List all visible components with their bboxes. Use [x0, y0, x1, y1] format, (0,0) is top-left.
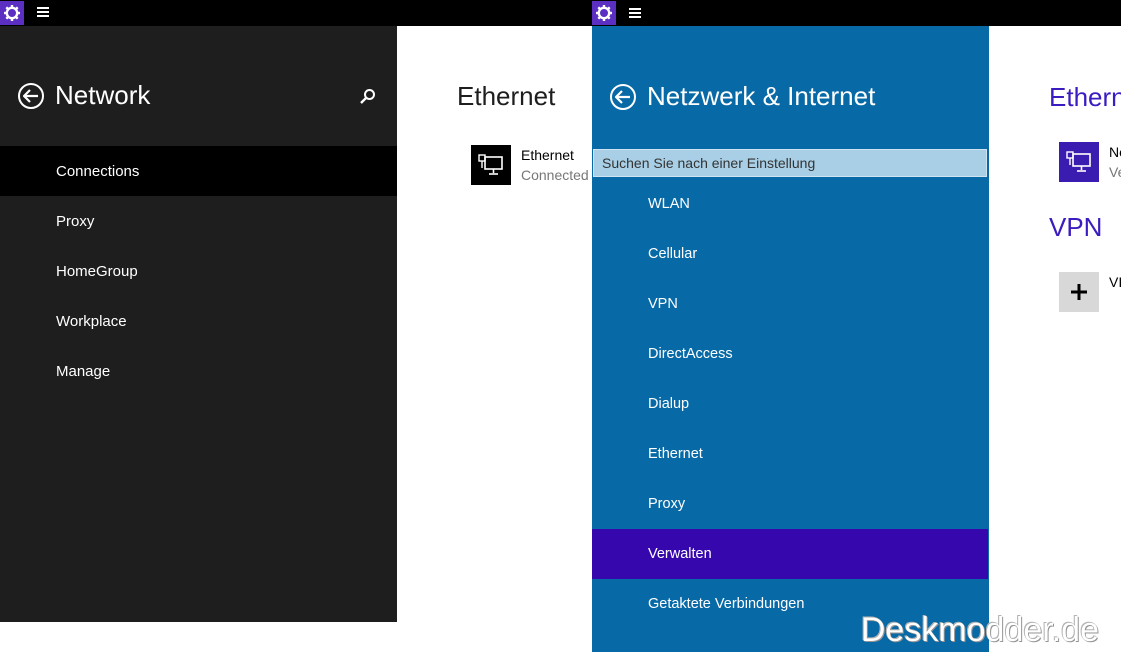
ethernet-connection-tile[interactable] [471, 145, 511, 185]
back-button[interactable] [18, 83, 44, 109]
sidebar-item-cellular[interactable]: Cellular [592, 229, 988, 279]
left-title-bar [0, 0, 592, 26]
sidebar-item-label: Workplace [56, 312, 127, 330]
arrow-left-icon [23, 89, 38, 103]
sidebar-item-label: Connections [56, 162, 140, 180]
search-input[interactable]: Suchen Sie nach einer Einstellung [593, 149, 987, 177]
watermark: Deskmodder.de [860, 611, 1099, 649]
search-placeholder: Suchen Sie nach einer Einstellung [602, 155, 816, 171]
right-title-bar [592, 0, 1121, 26]
sidebar-item-verwalten[interactable]: Verwalten [592, 529, 988, 579]
sidebar-item-proxy[interactable]: Proxy [592, 479, 988, 529]
sidebar-item-label: VPN [648, 296, 678, 312]
sidebar-item-directaccess[interactable]: DirectAccess [592, 329, 988, 379]
sidebar-item-homegroup[interactable]: HomeGroup [0, 246, 397, 296]
settings-app-icon[interactable] [0, 1, 24, 25]
hamburger-menu-icon[interactable] [629, 8, 641, 18]
plus-icon [1071, 284, 1087, 300]
sidebar-item-vpn[interactable]: VPN [592, 279, 988, 329]
hamburger-menu-icon[interactable] [37, 7, 49, 17]
sidebar-item-connections[interactable]: Connections [0, 146, 397, 196]
ethernet-item-status: Ve [1109, 164, 1121, 180]
ethernet-item-status: Connected [521, 167, 589, 183]
gear-icon [596, 5, 612, 21]
page-title: Netzwerk & Internet [647, 81, 876, 111]
sidebar-item-label: HomeGroup [56, 262, 138, 280]
sidebar-item-label: Proxy [56, 212, 95, 230]
ethernet-monitor-icon [1066, 151, 1091, 172]
sidebar-item-workplace[interactable]: Workplace [0, 296, 397, 346]
back-button[interactable] [610, 84, 636, 110]
sidebar-item-label: Dialup [648, 396, 690, 412]
gear-icon [4, 5, 20, 21]
sidebar-item-label: Proxy [648, 496, 686, 512]
search-icon[interactable] [359, 87, 377, 110]
settings-app-icon[interactable] [592, 1, 616, 25]
ethernet-item-title[interactable]: Ethernet [521, 147, 574, 163]
section-title-vpn: VPN [1049, 212, 1103, 242]
ethernet-connection-tile[interactable] [1059, 142, 1099, 182]
vpn-item-title[interactable]: VI [1109, 274, 1121, 290]
sidebar-item-label: WLAN [648, 196, 690, 212]
ethernet-item-title[interactable]: Ne [1109, 144, 1121, 160]
sidebar-item-wlan[interactable]: WLAN [592, 179, 988, 229]
add-vpn-button[interactable] [1059, 272, 1099, 312]
section-title-ethernet: Ethern [1049, 82, 1121, 112]
sidebar-item-label: Cellular [648, 246, 698, 262]
sidebar-item-label: Manage [56, 362, 111, 380]
sidebar-item-label: DirectAccess [648, 346, 733, 362]
sidebar-item-label: Ethernet [648, 446, 703, 462]
sidebar-item-dialup[interactable]: Dialup [592, 379, 988, 429]
ethernet-monitor-icon [478, 154, 503, 175]
sidebar-item-manage[interactable]: Manage [0, 346, 397, 396]
left-content-pane [397, 26, 592, 622]
sidebar-item-label: Getaktete Verbindungen [648, 596, 805, 612]
sidebar-item-ethernet[interactable]: Ethernet [592, 429, 988, 479]
arrow-left-icon [615, 90, 630, 104]
section-title-ethernet: Ethernet [457, 81, 556, 111]
sidebar-item-label: Verwalten [648, 546, 712, 562]
page-title: Network [55, 80, 151, 110]
right-content-pane [989, 26, 1121, 652]
sidebar-item-proxy[interactable]: Proxy [0, 196, 397, 246]
